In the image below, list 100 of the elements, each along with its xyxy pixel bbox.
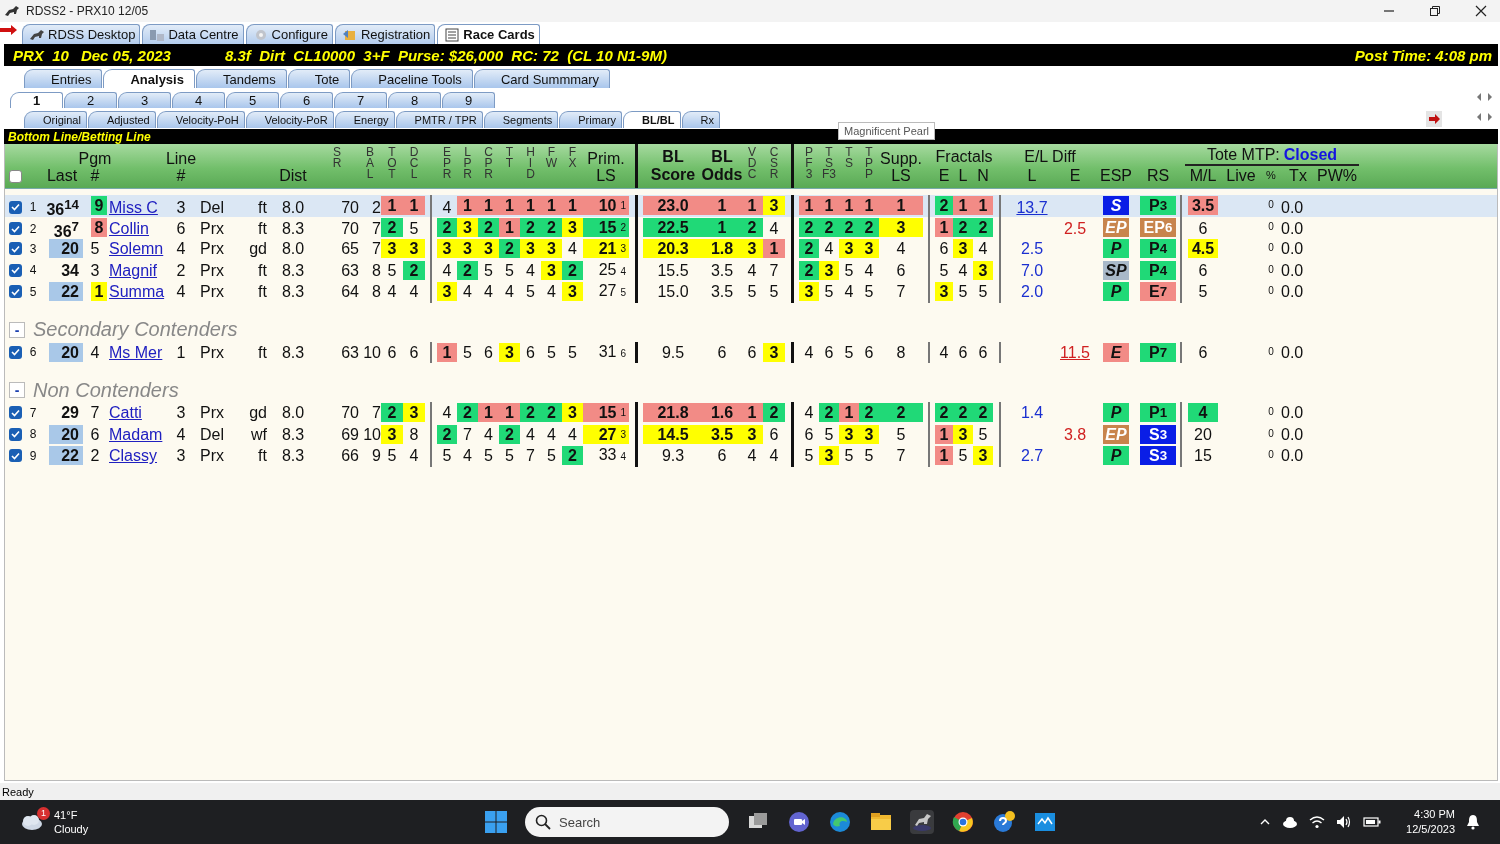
tab[interactable]: BL/BL <box>623 111 681 128</box>
checkbox[interactable] <box>8 222 22 236</box>
column-header[interactable]: Pgm # <box>78 150 112 188</box>
tab[interactable]: Entries <box>24 69 103 88</box>
speaker-icon[interactable] <box>1336 815 1353 829</box>
tab[interactable]: Paceline Tools <box>351 69 473 88</box>
column-header[interactable]: Last <box>46 167 78 188</box>
value-link[interactable]: 13.7 <box>1016 197 1048 217</box>
column-header[interactable]: V D C <box>747 144 757 184</box>
column-header[interactable]: C P R <box>484 144 493 184</box>
column-header[interactable]: PW% <box>1317 167 1357 188</box>
horse-name-link[interactable]: Miss C <box>109 197 158 217</box>
collapse-button[interactable]: - <box>9 382 25 398</box>
column-header[interactable]: M/L <box>1189 167 1217 188</box>
column-header[interactable]: F X <box>568 144 577 173</box>
tab[interactable]: Registration <box>334 24 436 44</box>
tab[interactable]: Adjusted <box>87 111 156 128</box>
tab[interactable]: RDSS Desktop <box>22 24 141 44</box>
column-header[interactable]: Supp. LS <box>880 150 922 188</box>
tab[interactable]: 8 <box>388 92 441 108</box>
horse-name-link[interactable]: Catti <box>109 403 142 423</box>
tab[interactable]: 3 <box>118 92 171 108</box>
tab[interactable]: Configure <box>245 24 333 44</box>
tab[interactable]: Energy <box>334 111 395 128</box>
tab[interactable]: Velocity-PoH <box>156 111 245 128</box>
collapse-button[interactable]: - <box>9 321 25 338</box>
tab[interactable]: 2 <box>64 92 117 108</box>
column-header[interactable]: H I D <box>526 144 535 184</box>
tab[interactable]: 9 <box>442 92 495 108</box>
wifi-icon[interactable] <box>1309 815 1326 829</box>
horse-name-link[interactable]: Madam <box>109 424 163 444</box>
column-header[interactable]: E <box>938 167 950 188</box>
checkbox[interactable] <box>8 170 22 183</box>
column-header[interactable]: S R <box>332 144 342 173</box>
battery-icon[interactable] <box>1363 816 1382 828</box>
column-header[interactable]: L <box>958 167 968 188</box>
column-header[interactable]: T P P <box>865 144 873 184</box>
horse-name-link[interactable]: Collin <box>109 219 149 239</box>
bell-icon[interactable] <box>1466 814 1480 830</box>
tab[interactable]: Original <box>24 111 87 128</box>
horse-icon[interactable] <box>910 810 934 834</box>
column-header[interactable]: BL Score <box>650 148 696 188</box>
column-header[interactable]: C S R <box>769 144 779 184</box>
column-header[interactable]: Live <box>1226 167 1256 188</box>
column-header[interactable]: L <box>1027 167 1037 188</box>
windows-icon[interactable] <box>484 810 508 834</box>
tab[interactable]: Primary <box>559 111 623 128</box>
cloud-icon[interactable] <box>1282 816 1299 828</box>
tab[interactable]: 5 <box>226 92 279 108</box>
tab[interactable]: PMTR / TPR <box>395 111 483 128</box>
camera-icon[interactable] <box>787 810 811 834</box>
tab[interactable]: 4 <box>172 92 225 108</box>
checkbox[interactable] <box>8 345 22 359</box>
tab[interactable]: Card Summmary <box>473 69 611 88</box>
chrome-icon[interactable] <box>951 810 975 834</box>
column-header[interactable]: P F 3 <box>805 144 813 184</box>
column-header[interactable]: T T <box>505 144 514 173</box>
close-icon[interactable] <box>1474 4 1488 18</box>
tab[interactable]: Segments <box>483 111 559 128</box>
horse-name-link[interactable]: Summa <box>109 282 165 302</box>
tab[interactable]: Data Centre <box>142 24 244 44</box>
column-header[interactable]: T O T <box>387 144 397 184</box>
column-header[interactable]: Tx <box>1289 167 1307 188</box>
tab[interactable]: Tote <box>287 69 351 88</box>
help-icon[interactable] <box>992 810 1016 834</box>
column-header[interactable]: F W <box>545 144 558 173</box>
tab[interactable]: Tandems <box>195 69 287 88</box>
column-header[interactable]: T S <box>845 144 853 173</box>
tab[interactable]: Analysis <box>103 69 195 88</box>
app-icon[interactable] <box>1033 810 1057 834</box>
tab[interactable]: 1 <box>10 92 63 108</box>
column-header[interactable]: Line # <box>165 150 197 188</box>
tab[interactable]: 7 <box>334 92 387 108</box>
column-header[interactable]: E <box>1069 167 1081 188</box>
column-header[interactable]: B A L <box>366 144 374 184</box>
horse-name-link[interactable]: Ms Mer <box>109 342 163 362</box>
column-header[interactable]: Prim. LS <box>587 150 625 188</box>
column-header[interactable]: T S F3 <box>822 144 836 184</box>
column-header[interactable]: N <box>977 167 989 188</box>
tab[interactable]: Race Cards <box>437 24 540 44</box>
column-header[interactable]: RS <box>1146 167 1170 188</box>
checkbox[interactable] <box>8 449 22 463</box>
column-header[interactable]: % <box>1266 167 1276 188</box>
horse-name-link[interactable]: Solemn <box>109 239 164 259</box>
checkbox[interactable] <box>8 427 22 441</box>
column-header[interactable]: E P R <box>442 144 452 184</box>
column-header[interactable]: D C L <box>409 144 419 184</box>
restore-icon[interactable] <box>1428 4 1442 18</box>
value-link[interactable]: 11.5 <box>1060 342 1090 362</box>
horse-name-link[interactable]: Classy <box>109 446 157 466</box>
tab[interactable]: Velocity-PoR <box>245 111 334 128</box>
column-header[interactable]: Dist <box>279 167 307 188</box>
search-field[interactable]: Search <box>525 807 729 837</box>
checkbox[interactable] <box>8 200 22 214</box>
arrow-icon[interactable] <box>1426 111 1442 127</box>
checkbox[interactable] <box>8 263 22 277</box>
column-header[interactable]: ESP <box>1100 167 1132 188</box>
browser-icon[interactable] <box>828 810 852 834</box>
column-header[interactable]: L P R <box>463 144 472 184</box>
column-header[interactable]: BL Odds <box>701 148 743 188</box>
